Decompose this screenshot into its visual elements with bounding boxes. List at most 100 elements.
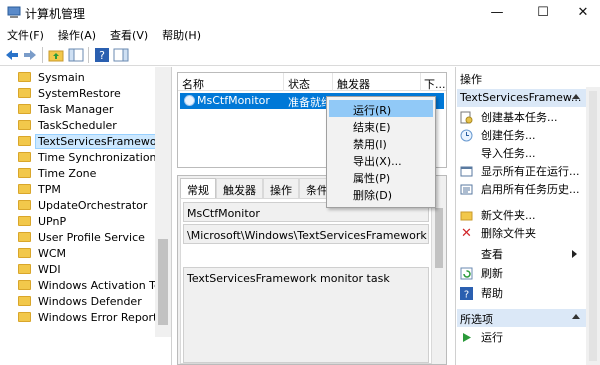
actions-section-folder[interactable]: TextServicesFramew... <box>457 89 586 107</box>
delete-icon: ✕ <box>461 225 472 241</box>
tree-item[interactable]: Windows Error Reporting <box>18 309 171 325</box>
context-run[interactable]: 运行(R) <box>329 100 433 117</box>
task-location-field[interactable]: \Microsoft\Windows\TextServicesFramework <box>183 224 429 244</box>
menu-action[interactable]: 操作(A) <box>51 24 103 44</box>
actions-vertical-scrollbar[interactable] <box>586 87 600 365</box>
tree-item[interactable]: Windows Defender <box>18 293 145 309</box>
column-divider[interactable] <box>420 73 421 91</box>
task-description-field[interactable]: TextServicesFramework monitor task <box>183 267 429 363</box>
tree-item[interactable]: TaskScheduler <box>18 117 120 133</box>
tab-actions[interactable]: 操作 <box>263 178 299 198</box>
wizard-icon <box>460 111 473 124</box>
toolbar-separator <box>88 47 89 63</box>
folder-icon <box>18 184 31 194</box>
action-refresh[interactable]: 刷新 <box>460 264 503 282</box>
context-end[interactable]: 结束(E) <box>329 117 433 134</box>
tree-item[interactable]: UpdateOrchestrator <box>18 197 150 213</box>
action-create-basic-task[interactable]: 创建基本任务... <box>460 108 558 126</box>
action-create-task[interactable]: 创建任务... <box>460 126 536 144</box>
detail-scroll-thumb[interactable] <box>435 208 443 268</box>
folder-icon <box>18 120 31 130</box>
context-properties[interactable]: 属性(P) <box>329 168 433 185</box>
tree-item[interactable]: Sysmain <box>18 69 88 85</box>
folder-icon <box>18 72 31 82</box>
tree-scroll-thumb[interactable] <box>158 239 168 325</box>
folder-icon <box>18 296 31 306</box>
collapse-icon[interactable] <box>572 314 580 319</box>
show-hide-action-pane-icon[interactable] <box>113 47 129 63</box>
close-button[interactable]: ✕ <box>560 0 600 24</box>
action-delete-folder[interactable]: ✕ 删除文件夹 <box>460 224 536 242</box>
collapse-icon[interactable] <box>572 94 580 99</box>
computer-management-icon <box>7 6 21 18</box>
action-help[interactable]: ? 帮助 <box>460 284 503 302</box>
column-triggers-header[interactable]: 触发器 <box>337 76 370 92</box>
tab-general[interactable]: 常规 <box>180 178 216 198</box>
tree-item[interactable]: UPnP <box>18 213 69 229</box>
tree-item-selected[interactable]: TextServicesFramework <box>18 133 171 149</box>
tree-vertical-scrollbar[interactable] <box>155 67 171 337</box>
detail-tabs: 常规 触发器 操作 条件 <box>180 178 335 198</box>
folder-icon <box>18 312 31 322</box>
actions-scroll-thumb[interactable] <box>589 91 597 361</box>
help-icon[interactable]: ? <box>94 47 110 63</box>
context-delete[interactable]: 删除(D) <box>329 185 433 202</box>
action-display-running-tasks[interactable]: 显示所有正在运行... <box>460 162 580 180</box>
up-folder-icon[interactable] <box>48 47 64 63</box>
tree-item[interactable]: Time Zone <box>18 165 99 181</box>
action-run[interactable]: 运行 <box>460 328 503 346</box>
tab-triggers[interactable]: 触发器 <box>216 178 263 198</box>
tree-item[interactable]: Windows Activation Techr <box>18 277 171 293</box>
menu-help[interactable]: 帮助(H) <box>155 24 208 44</box>
folder-icon <box>18 104 31 114</box>
tree-item[interactable]: Time Synchronization <box>18 149 160 165</box>
general-tab-content: MsCtfMonitor \Microsoft\Windows\TextServ… <box>180 198 432 364</box>
create-task-icon <box>460 129 473 142</box>
tree-item[interactable]: SystemRestore <box>18 85 124 101</box>
forward-arrow-icon[interactable] <box>22 47 38 63</box>
new-folder-icon <box>460 209 473 222</box>
folder-icon <box>18 136 31 146</box>
run-icon <box>460 331 473 344</box>
column-divider[interactable] <box>283 73 284 91</box>
history-icon <box>460 183 473 196</box>
detail-vertical-scrollbar[interactable] <box>432 198 446 364</box>
column-name-header[interactable]: 名称 <box>182 76 204 92</box>
svg-text:?: ? <box>464 289 469 300</box>
tree-item[interactable]: WCM <box>18 245 69 261</box>
column-divider[interactable] <box>332 73 333 91</box>
tree-item[interactable]: Task Manager <box>18 101 116 117</box>
minimize-button[interactable]: — <box>474 0 520 24</box>
column-next-run-header[interactable]: 下... <box>424 76 446 92</box>
submenu-arrow-icon <box>572 250 577 258</box>
folder-icon <box>18 232 31 242</box>
toolbar-separator <box>42 47 43 63</box>
folder-icon <box>18 280 31 290</box>
folder-icon <box>18 88 31 98</box>
actions-pane: 操作 TextServicesFramew... 创建基本任务... 创建任务.… <box>455 67 600 365</box>
title-bar: 计算机管理 — ☐ ✕ <box>0 0 600 24</box>
folder-icon <box>18 264 31 274</box>
show-hide-console-tree-icon[interactable] <box>68 47 84 63</box>
menu-bar: 文件(F) 操作(A) 查看(V) 帮助(H) <box>0 24 600 44</box>
context-disable[interactable]: 禁用(I) <box>329 134 433 151</box>
tree-item[interactable]: WDI <box>18 261 64 277</box>
tree-item[interactable]: User Profile Service <box>18 229 148 245</box>
svg-text:?: ? <box>99 49 105 62</box>
column-status-header[interactable]: 状态 <box>288 76 310 92</box>
action-enable-task-history[interactable]: 启用所有任务历史... <box>460 180 580 198</box>
help-icon: ? <box>460 286 473 300</box>
task-context-menu: 运行(R) 结束(E) 禁用(I) 导出(X)... 属性(P) 删除(D) <box>326 96 436 208</box>
folder-icon <box>18 216 31 226</box>
menu-file[interactable]: 文件(F) <box>0 24 51 44</box>
action-import-task[interactable]: 导入任务... <box>460 144 536 162</box>
action-view[interactable]: 查看 <box>460 245 503 263</box>
action-new-folder[interactable]: 新文件夹... <box>460 206 536 224</box>
tree-item[interactable]: TPM <box>18 181 64 197</box>
actions-section-selected-item[interactable]: 所选项 <box>457 309 586 327</box>
context-export[interactable]: 导出(X)... <box>329 151 433 168</box>
folder-icon <box>18 168 31 178</box>
task-clock-icon <box>184 95 195 106</box>
menu-view[interactable]: 查看(V) <box>103 24 155 44</box>
back-arrow-icon[interactable] <box>4 47 20 63</box>
